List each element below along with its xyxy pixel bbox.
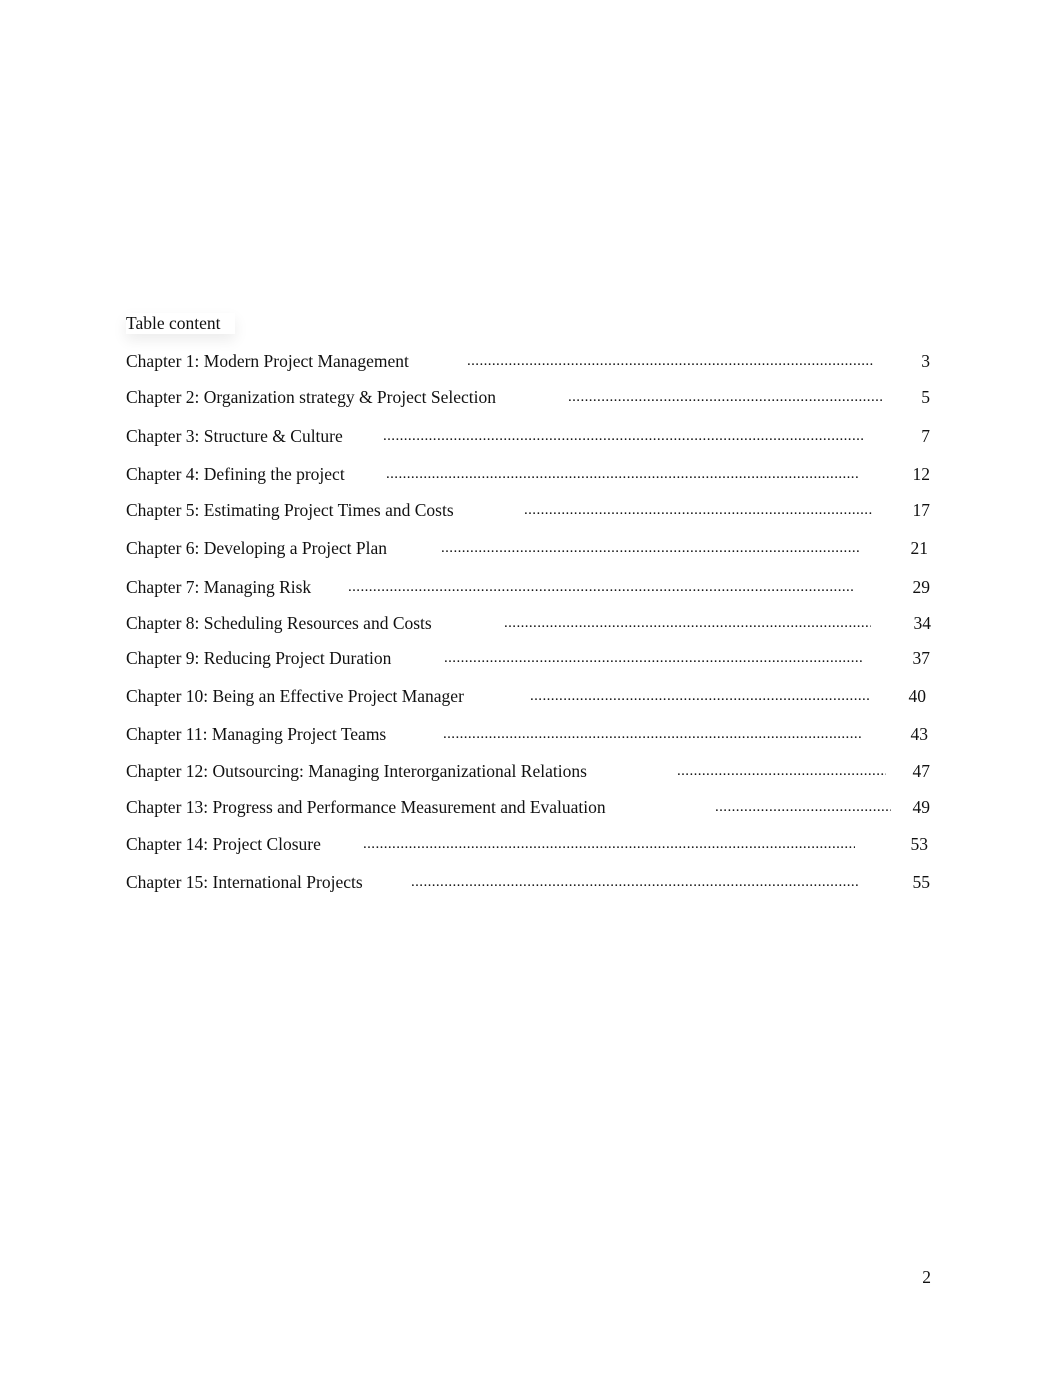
toc-dot-leader: ........................................… (386, 466, 859, 482)
toc-entry-page[interactable]: 34 (891, 613, 932, 634)
toc-dot-leader: ........................................… (441, 540, 861, 556)
toc-dot-leader: ........................................… (504, 615, 871, 631)
toc-entry-label[interactable]: Chapter 13: Progress and Performance Mea… (126, 797, 606, 818)
toc-entry-label[interactable]: Chapter 14: Project Closure (126, 834, 321, 855)
toc-dot-leader: ........................................… (467, 353, 873, 369)
toc-dot-leader: ........................................… (444, 650, 864, 666)
toc-entry-label[interactable]: Chapter 7: Managing Risk (126, 577, 311, 598)
toc-dot-leader: ........................................… (524, 502, 872, 518)
toc-entry-label[interactable]: Chapter 10: Being an Effective Project M… (126, 686, 464, 707)
toc-dot-leader: ........................................… (715, 799, 891, 815)
toc-entry-label[interactable]: Chapter 3: Structure & Culture (126, 426, 343, 447)
toc-entry-page[interactable]: 37 (890, 648, 931, 669)
toc-entry-page[interactable]: 47 (890, 761, 931, 782)
toc-entry-label[interactable]: Chapter 5: Estimating Project Times and … (126, 500, 454, 521)
toc-dot-leader: ........................................… (530, 688, 869, 704)
toc-entry-label[interactable]: Chapter 2: Organization strategy & Proje… (126, 387, 496, 408)
toc-dot-leader: ........................................… (677, 763, 886, 779)
toc-entry-label[interactable]: Chapter 9: Reducing Project Duration (126, 648, 391, 669)
page-number: 2 (922, 1267, 931, 1287)
toc-title: Table content (126, 313, 235, 334)
toc-entry-label[interactable]: Chapter 11: Managing Project Teams (126, 724, 386, 745)
toc-dot-leader: ........................................… (383, 428, 865, 444)
toc-entry-page[interactable]: 17 (890, 500, 931, 521)
toc-entry-page[interactable]: 21 (888, 538, 929, 559)
toc-entry-label[interactable]: Chapter 15: International Projects (126, 872, 363, 893)
toc-entry-page[interactable]: 12 (890, 464, 931, 485)
toc-entry-page[interactable]: 43 (888, 724, 929, 745)
toc-entry-label[interactable]: Chapter 6: Developing a Project Plan (126, 538, 387, 559)
toc-entry-label[interactable]: Chapter 4: Defining the project (126, 464, 345, 485)
toc-dot-leader: ........................................… (568, 389, 883, 405)
toc-entry-label[interactable]: Chapter 8: Scheduling Resources and Cost… (126, 613, 432, 634)
toc-entry-page[interactable]: 5 (890, 387, 930, 408)
toc-entry-page[interactable]: 55 (890, 872, 931, 893)
toc-entry-page[interactable]: 53 (888, 834, 929, 855)
toc-dot-leader: ........................................… (348, 579, 854, 595)
toc-entry-label[interactable]: Chapter 1: Modern Project Management (126, 351, 409, 372)
toc-entry-page[interactable]: 7 (890, 426, 930, 447)
toc-entry-page[interactable]: 29 (890, 577, 931, 598)
toc-dot-leader: ........................................… (363, 836, 855, 852)
toc-dot-leader: ........................................… (411, 874, 860, 890)
toc-dot-leader: ........................................… (443, 726, 862, 742)
toc-entry-page[interactable]: 3 (890, 351, 930, 372)
toc-entry-page[interactable]: 40 (886, 686, 927, 707)
toc-entry-label[interactable]: Chapter 12: Outsourcing: Managing Intero… (126, 761, 587, 782)
toc-entry-page[interactable]: 49 (890, 797, 931, 818)
